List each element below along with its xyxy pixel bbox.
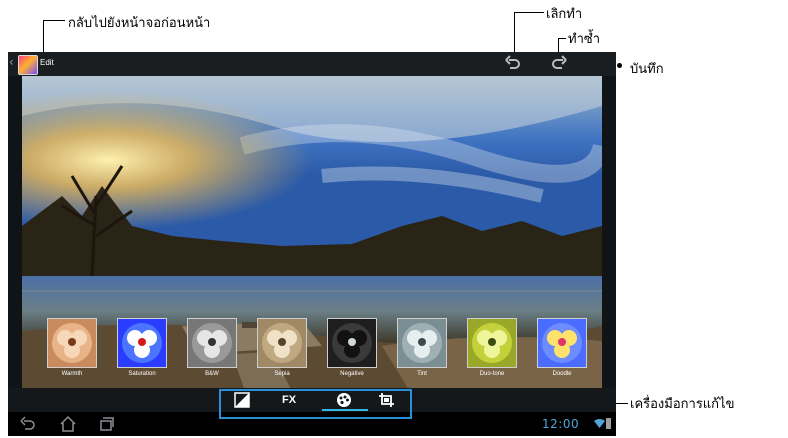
redo-button[interactable] <box>548 54 570 74</box>
undo-button[interactable] <box>502 54 524 74</box>
annotation-redo-leader <box>558 38 566 39</box>
filter-label: Tint <box>417 371 427 377</box>
filter-label: Warmth <box>61 371 83 377</box>
filter-label: Doodle <box>552 371 572 377</box>
annotation-tools: เครื่องมือการแก้ไข <box>630 397 735 412</box>
wifi-icon <box>594 419 605 428</box>
status-clock: 12:00 <box>542 417 580 431</box>
filter-thumbnail <box>117 318 167 368</box>
filter-thumbnail <box>257 318 307 368</box>
filter-tint[interactable]: Tint <box>394 318 450 377</box>
annotation-undo-leader <box>514 12 544 13</box>
home-icon <box>60 415 76 432</box>
filter-label: Duo-tone <box>479 371 505 377</box>
tablet-screen: ‹ Edit Warmth Saturation B&W Sepia Negat… <box>8 52 616 436</box>
recent-apps-icon <box>100 417 114 431</box>
filter-saturation[interactable]: Saturation <box>114 318 170 377</box>
redo-icon <box>552 55 567 69</box>
filter-label: Saturation <box>128 371 156 377</box>
flower-icon <box>472 323 512 363</box>
app-title[interactable]: Edit <box>40 58 54 67</box>
annotation-undo: เลิกทำ <box>546 7 583 22</box>
nav-recent-apps-button[interactable] <box>96 415 116 433</box>
undo-icon <box>505 55 520 69</box>
flower-icon <box>52 323 92 363</box>
flower-icon <box>192 323 232 363</box>
annotation-back-leader <box>43 20 65 21</box>
nav-back-button[interactable] <box>18 415 38 433</box>
filter-thumbnail <box>47 318 97 368</box>
back-chevron-icon[interactable]: ‹ <box>9 55 14 69</box>
back-icon <box>20 416 35 430</box>
flower-icon <box>542 323 582 363</box>
filter-duo-tone[interactable]: Duo-tone <box>464 318 520 377</box>
app-icon[interactable] <box>18 55 38 75</box>
filter-thumbnail <box>467 318 517 368</box>
filter-label: Negative <box>340 371 364 377</box>
action-bar: ‹ Edit <box>8 52 616 76</box>
annotation-save-dot <box>617 63 622 68</box>
filter-sepia[interactable]: Sepia <box>254 318 310 377</box>
tools-highlight-box <box>219 389 412 419</box>
nav-home-button[interactable] <box>58 415 78 433</box>
flower-icon <box>262 323 302 363</box>
filter-bw[interactable]: B&W <box>184 318 240 377</box>
filter-doodle[interactable]: Doodle <box>534 318 590 377</box>
filter-thumbnail <box>327 318 377 368</box>
flower-icon <box>332 323 372 363</box>
filter-thumbnail <box>187 318 237 368</box>
annotation-back: กลับไปยังหน้าจอก่อนหน้า <box>68 16 211 31</box>
filter-thumbnail <box>397 318 447 368</box>
filter-label: Sepia <box>274 371 290 377</box>
battery-icon <box>606 418 611 429</box>
annotation-undo-leader-vertical <box>514 12 515 56</box>
flower-icon <box>402 323 442 363</box>
filter-label: B&W <box>205 371 219 377</box>
annotation-save: บันทึก <box>630 62 664 77</box>
flower-icon <box>122 323 162 363</box>
filter-negative[interactable]: Negative <box>324 318 380 377</box>
filter-thumbnail <box>537 318 587 368</box>
annotation-redo: ทำซ้ำ <box>568 32 600 47</box>
filter-warmth[interactable]: Warmth <box>44 318 100 377</box>
